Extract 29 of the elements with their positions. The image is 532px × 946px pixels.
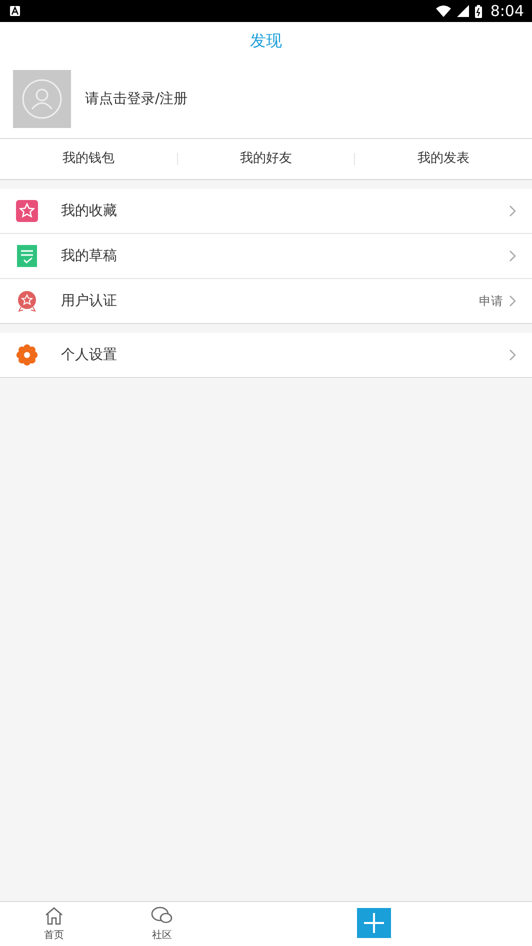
home-icon — [44, 906, 64, 926]
menu-item[interactable]: 我的收藏 — [0, 189, 532, 234]
wifi-icon — [436, 5, 452, 17]
gear-icon — [16, 344, 38, 366]
note-icon — [16, 245, 38, 267]
quick-link[interactable]: 我的好友 — [176, 153, 354, 165]
status-time: 8:04 — [490, 2, 524, 20]
quick-link[interactable]: 我的钱包 — [0, 153, 177, 165]
chevron-icon — [509, 295, 516, 307]
battery-icon — [475, 4, 482, 18]
chevron-icon — [509, 250, 516, 262]
menu-item-detail: 申请 — [479, 292, 503, 310]
menu-item[interactable]: 我的草稿 — [0, 234, 532, 279]
menu-item[interactable]: 个人设置 — [0, 333, 532, 377]
menu-item[interactable]: 用户认证 申请 — [0, 279, 532, 323]
chat-icon — [151, 906, 173, 926]
chevron-icon — [509, 349, 516, 361]
tab-item[interactable]: 首页 — [0, 902, 108, 946]
tab-item[interactable]: 社区 — [108, 902, 216, 946]
badge-icon — [16, 290, 38, 312]
chevron-icon — [509, 205, 516, 217]
login-prompt[interactable]: 请点击登录/注册 — [85, 90, 188, 108]
page-title: 发现 — [250, 30, 282, 52]
quick-link[interactable]: 我的发表 — [354, 153, 532, 165]
notification-icon — [10, 6, 20, 16]
add-button[interactable] — [357, 908, 391, 938]
user-icon — [22, 79, 62, 119]
plus-icon — [364, 913, 384, 933]
signal-icon — [457, 5, 470, 17]
